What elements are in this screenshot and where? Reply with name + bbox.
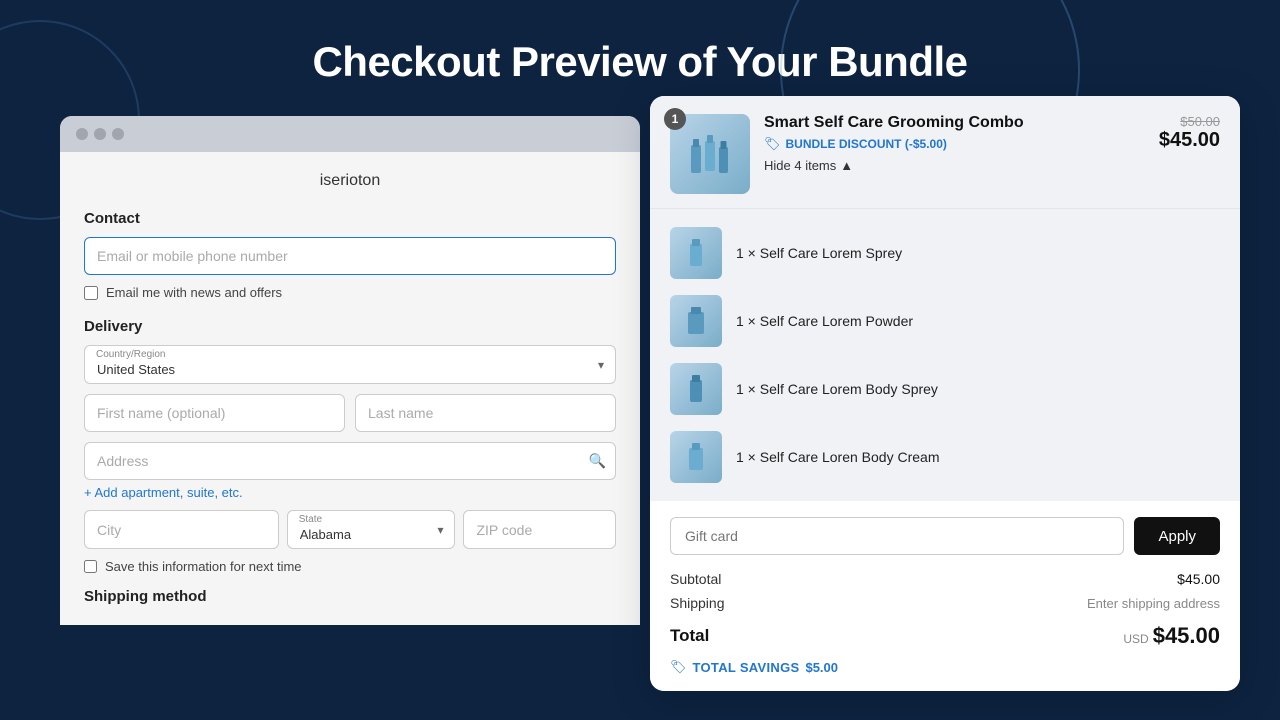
address-input[interactable] <box>84 442 616 480</box>
total-value-group: USD $45.00 <box>1123 623 1220 649</box>
newsletter-label: Email me with news and offers <box>106 285 282 300</box>
subtotal-row: Subtotal $45.00 <box>670 571 1220 587</box>
discount-tag-icon: 🏷 <box>764 136 781 152</box>
bundle-badge: 1 <box>664 108 686 130</box>
final-price: $45.00 <box>1159 129 1220 152</box>
bundle-discount-text: BUNDLE DISCOUNT (-$5.00) <box>786 137 947 151</box>
browser-dot-yellow <box>94 128 106 140</box>
savings-amount: $5.00 <box>805 660 838 675</box>
shipping-label: Shipping <box>670 595 725 611</box>
save-info-checkbox[interactable] <box>84 560 97 573</box>
item-2-image <box>670 295 722 347</box>
newsletter-row: Email me with news and offers <box>84 285 616 300</box>
save-info-row: Save this information for next time <box>84 559 616 574</box>
last-name-input[interactable] <box>355 394 616 432</box>
zip-input[interactable] <box>463 510 616 549</box>
item-4-image <box>670 431 722 483</box>
browser-bar <box>60 116 640 152</box>
item-2-name: 1 × Self Care Lorem Powder <box>736 313 913 329</box>
total-label: Total <box>670 626 709 646</box>
item-1-icon <box>677 234 715 272</box>
table-row: 1 × Self Care Lorem Body Sprey <box>670 355 1220 423</box>
items-list: 1 × Self Care Lorem Sprey 1 × Self Care … <box>650 209 1240 501</box>
contact-section-label: Contact <box>84 210 616 227</box>
original-price: $50.00 <box>1159 114 1220 129</box>
bundle-name: Smart Self Care Grooming Combo <box>764 114 1145 132</box>
item-4-name: 1 × Self Care Loren Body Cream <box>736 449 940 465</box>
savings-tag-icon: 🏷 <box>670 659 687 675</box>
state-select[interactable]: Alabama <box>287 510 456 549</box>
gift-card-row: Apply <box>670 517 1220 555</box>
table-row: 1 × Self Care Lorem Powder <box>670 287 1220 355</box>
apply-button[interactable]: Apply <box>1134 517 1220 555</box>
country-wrapper: Country/Region United States ▾ <box>84 345 616 384</box>
bundle-header: 1 Smart Self Care Grooming Combo 🏷 BUNDL… <box>650 96 1240 209</box>
browser-dot-green <box>112 128 124 140</box>
store-name: iserioton <box>84 172 616 190</box>
state-wrapper: State Alabama ▾ <box>287 510 456 549</box>
item-3-icon <box>677 370 715 408</box>
table-row: 1 × Self Care Lorem Sprey <box>670 219 1220 287</box>
total-amount: $45.00 <box>1153 623 1220 649</box>
shipping-row: Shipping Enter shipping address <box>670 595 1220 611</box>
order-panel: 1 Smart Self Care Grooming Combo 🏷 BUNDL… <box>650 96 1240 691</box>
total-currency: USD <box>1123 632 1148 646</box>
browser-dot-red <box>76 128 88 140</box>
bundle-discount-row: 🏷 BUNDLE DISCOUNT (-$5.00) <box>764 136 1145 152</box>
item-4-icon <box>677 438 715 476</box>
bundle-price-col: $50.00 $45.00 <box>1159 114 1220 152</box>
email-input[interactable] <box>84 237 616 275</box>
newsletter-checkbox[interactable] <box>84 286 98 300</box>
bundle-top-row: 1 Smart Self Care Grooming Combo 🏷 BUNDL… <box>670 114 1220 194</box>
total-row: Total USD $45.00 <box>670 619 1220 649</box>
add-apt-link[interactable]: + Add apartment, suite, etc. <box>84 485 243 500</box>
hide-items-label: Hide 4 items <box>764 158 836 173</box>
bundle-product-icon <box>681 125 739 183</box>
gift-card-input[interactable] <box>670 517 1124 555</box>
bundle-info: Smart Self Care Grooming Combo 🏷 BUNDLE … <box>764 114 1145 173</box>
hide-items-toggle[interactable]: Hide 4 items ▲ <box>764 158 853 173</box>
item-1-name: 1 × Self Care Lorem Sprey <box>736 245 902 261</box>
bottom-panel: Apply Subtotal $45.00 Shipping Enter shi… <box>650 501 1240 691</box>
table-row: 1 × Self Care Loren Body Cream <box>670 423 1220 491</box>
shipping-method-label: Shipping method <box>84 588 616 605</box>
subtotal-label: Subtotal <box>670 571 721 587</box>
first-name-input[interactable] <box>84 394 345 432</box>
subtotal-value: $45.00 <box>1177 571 1220 587</box>
item-3-image <box>670 363 722 415</box>
browser-mockup: iserioton Contact Email me with news and… <box>60 116 640 625</box>
browser-content: iserioton Contact Email me with news and… <box>60 152 640 625</box>
bundle-image-wrapper: 1 <box>670 114 750 194</box>
save-info-label: Save this information for next time <box>105 559 302 574</box>
chevron-up-icon: ▲ <box>840 158 853 173</box>
address-search-icon: 🔍 <box>589 453 606 470</box>
city-state-zip-row: State Alabama ▾ <box>84 510 616 549</box>
item-3-name: 1 × Self Care Lorem Body Sprey <box>736 381 938 397</box>
savings-label: TOTAL SAVINGS <box>693 660 800 675</box>
shipping-value: Enter shipping address <box>1087 596 1220 611</box>
country-label: Country/Region <box>96 349 165 360</box>
item-1-image <box>670 227 722 279</box>
savings-row: 🏷 TOTAL SAVINGS $5.00 <box>670 659 1220 675</box>
content-area: iserioton Contact Email me with news and… <box>0 116 1280 625</box>
delivery-section-label: Delivery <box>84 318 616 335</box>
name-row <box>84 394 616 432</box>
item-2-icon <box>677 302 715 340</box>
address-wrapper: 🔍 <box>84 442 616 480</box>
city-input[interactable] <box>84 510 279 549</box>
